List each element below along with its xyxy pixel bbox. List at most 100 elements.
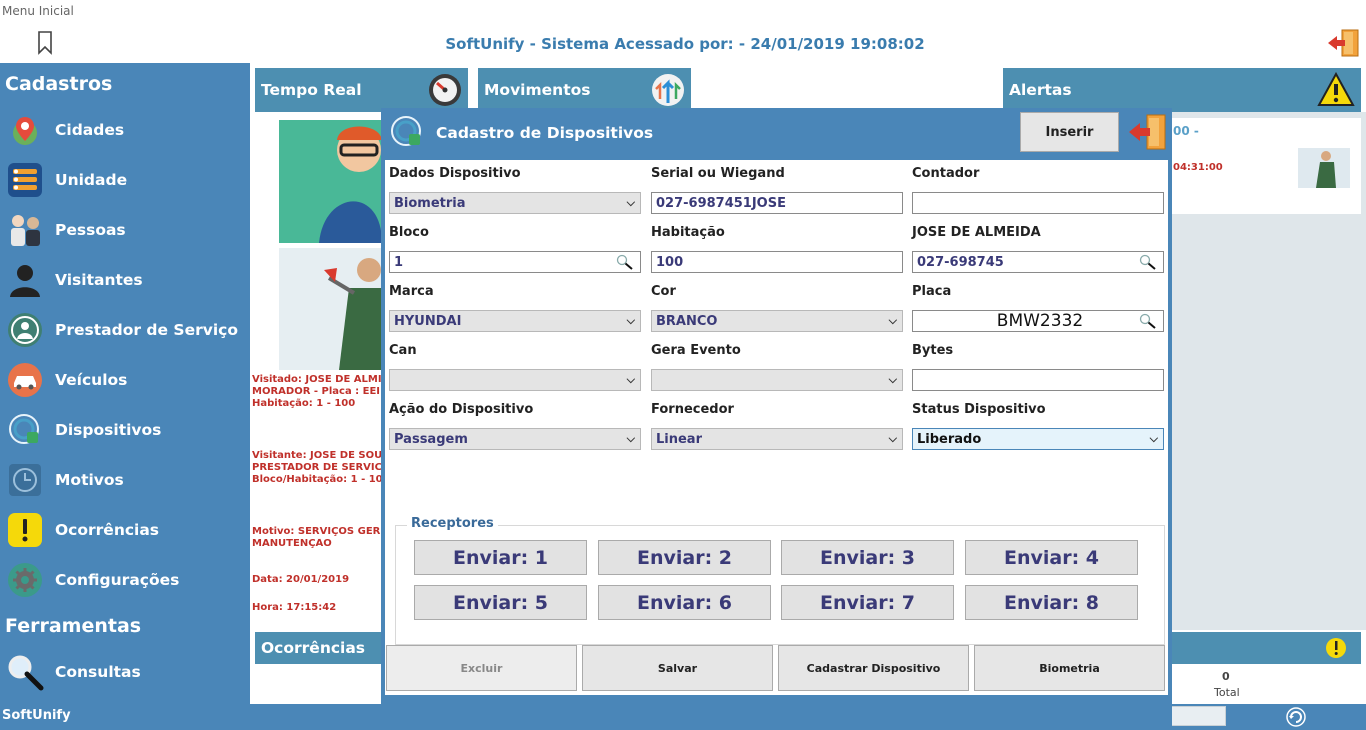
marca-label: Marca [389, 284, 434, 299]
cor-label: Cor [651, 284, 676, 299]
visited-line: Visitado: JOSE DE ALMI [252, 374, 382, 385]
visited-line: MORADOR - Placa : EEI [252, 386, 381, 397]
device-icon [390, 115, 424, 153]
sidebar-item-label: Motivos [55, 471, 124, 489]
alert-triangle-icon [1317, 71, 1355, 112]
enviar-5-button[interactable]: Enviar: 5 [414, 585, 587, 620]
sidebar-item-configuracoes[interactable]: Configurações [0, 557, 250, 603]
placa-input[interactable]: BMW2332 [912, 310, 1164, 332]
fornecedor-label: Fornecedor [651, 402, 734, 417]
time-line: Hora: 17:15:42 [252, 602, 337, 613]
people-icon [5, 210, 45, 250]
sidebar-item-veiculos[interactable]: Veículos [0, 357, 250, 403]
sidebar-item-label: Veículos [55, 371, 128, 389]
gera-evento-select[interactable]: ⌵ [651, 369, 903, 391]
habitacao-input[interactable]: 100 [651, 251, 903, 273]
dialog-body: Dados Dispositivo Biometria ⌵ Serial ou W… [385, 160, 1168, 695]
sidebar-item-motivos[interactable]: Motivos [0, 457, 250, 503]
menu-inicial-label[interactable]: Menu Inicial [2, 4, 74, 18]
speedometer-icon [428, 73, 462, 111]
placa-label: Placa [912, 284, 952, 299]
can-select[interactable]: ⌵ [389, 369, 641, 391]
enviar-1-button[interactable]: Enviar: 1 [414, 540, 587, 575]
status-value: Liberado [917, 431, 982, 447]
chevron-down-icon: ⌵ [626, 314, 635, 327]
sidebar-item-unidade[interactable]: Unidade [0, 157, 250, 203]
bloco-value: 1 [394, 254, 404, 270]
sidebar-item-prestador[interactable]: Prestador de Serviço [0, 307, 250, 353]
salvar-button[interactable]: Salvar [582, 645, 773, 691]
panel-tempo-real[interactable]: Tempo Real [255, 68, 468, 112]
bytes-input[interactable] [912, 369, 1164, 391]
alert-time: 00 - [1173, 124, 1199, 138]
enviar-7-button[interactable]: Enviar: 7 [781, 585, 954, 620]
sidebar-item-label: Consultas [55, 663, 141, 681]
placa-value: BMW2332 [996, 311, 1084, 331]
enviar-6-button[interactable]: Enviar: 6 [598, 585, 771, 620]
chevron-down-icon: ⌵ [626, 432, 635, 445]
sidebar-item-ocorrencias[interactable]: Ocorrências [0, 507, 250, 553]
search-icon[interactable] [616, 254, 634, 274]
enviar-8-button[interactable]: Enviar: 8 [965, 585, 1138, 620]
chevron-down-icon: ⌵ [1149, 432, 1158, 445]
car-icon [5, 360, 45, 400]
cadastrar-dispositivo-button[interactable]: Cadastrar Dispositivo [778, 645, 969, 691]
sidebar-item-label: Cidades [55, 121, 125, 139]
pessoa-input[interactable]: 027-698745 [912, 251, 1164, 273]
sidebar-item-dispositivos[interactable]: Dispositivos [0, 407, 250, 453]
acao-label: Ação do Dispositivo [389, 402, 534, 417]
acao-select[interactable]: Passagem ⌵ [389, 428, 641, 450]
refresh-icon[interactable] [1286, 707, 1306, 730]
sidebar-item-label: Visitantes [55, 271, 143, 289]
alert-card[interactable]: 00 - 04:31:00 [1171, 118, 1361, 214]
cor-select[interactable]: BRANCO ⌵ [651, 310, 903, 332]
clock-icon [5, 460, 45, 500]
cor-value: BRANCO [656, 313, 718, 329]
movement-icon [651, 73, 685, 111]
gera-evento-label: Gera Evento [651, 343, 741, 358]
dados-dispositivo-select[interactable]: Biometria ⌵ [389, 192, 641, 214]
bloco-input[interactable]: 1 [389, 251, 641, 273]
motivo-line: Motivo: SERVIÇOS GER [252, 526, 381, 537]
acao-value: Passagem [394, 431, 468, 447]
serial-label: Serial ou Wiegand [651, 166, 785, 181]
serial-input[interactable]: 027-6987451JOSE [651, 192, 903, 214]
sidebar-item-cidades[interactable]: Cidades [0, 107, 250, 153]
contador-input[interactable] [912, 192, 1164, 214]
excluir-button[interactable]: Excluir [386, 645, 577, 691]
search-icon[interactable] [1139, 313, 1157, 334]
enviar-3-button[interactable]: Enviar: 3 [781, 540, 954, 575]
bookmark-icon[interactable] [36, 30, 54, 56]
habitacao-label: Habitação [651, 225, 725, 240]
sidebar-item-visitantes[interactable]: Visitantes [0, 257, 250, 303]
live-feed-area [250, 112, 382, 630]
gear-icon [5, 560, 45, 600]
fornecedor-select[interactable]: Linear ⌵ [651, 428, 903, 450]
panel-alertas[interactable]: Alertas [1003, 68, 1361, 112]
sidebar-item-label: Ocorrências [55, 521, 160, 539]
enviar-2-button[interactable]: Enviar: 2 [598, 540, 771, 575]
exit-icon[interactable] [1326, 28, 1360, 58]
chevron-down-icon: ⌵ [626, 373, 635, 386]
contador-label: Contador [912, 166, 980, 181]
sidebar-item-pessoas[interactable]: Pessoas [0, 207, 250, 253]
footer-brand: SoftUnify [2, 708, 71, 723]
worker-icon [5, 310, 45, 350]
marca-select[interactable]: HYUNDAI ⌵ [389, 310, 641, 332]
panel-title: Movimentos [484, 81, 591, 99]
sidebar-item-consultas[interactable]: Consultas [0, 649, 250, 695]
habitacao-value: 100 [656, 254, 684, 270]
search-icon[interactable] [1139, 254, 1157, 274]
close-icon[interactable] [1127, 112, 1167, 152]
panel-title: Ocorrências [261, 639, 366, 657]
biometria-button[interactable]: Biometria [974, 645, 1165, 691]
panel-movimentos[interactable]: Movimentos [478, 68, 691, 112]
status-select[interactable]: Liberado ⌵ [912, 428, 1164, 450]
enviar-4-button[interactable]: Enviar: 4 [965, 540, 1138, 575]
dialog-header: Cadastro de Dispositivos Inserir [381, 108, 1172, 158]
inserir-button[interactable]: Inserir [1020, 112, 1119, 152]
chevron-down-icon: ⌵ [626, 196, 635, 209]
chevron-down-icon: ⌵ [888, 314, 897, 327]
list-icon [5, 160, 45, 200]
visitor-line: PRESTADOR DE SERVIC [252, 462, 382, 473]
